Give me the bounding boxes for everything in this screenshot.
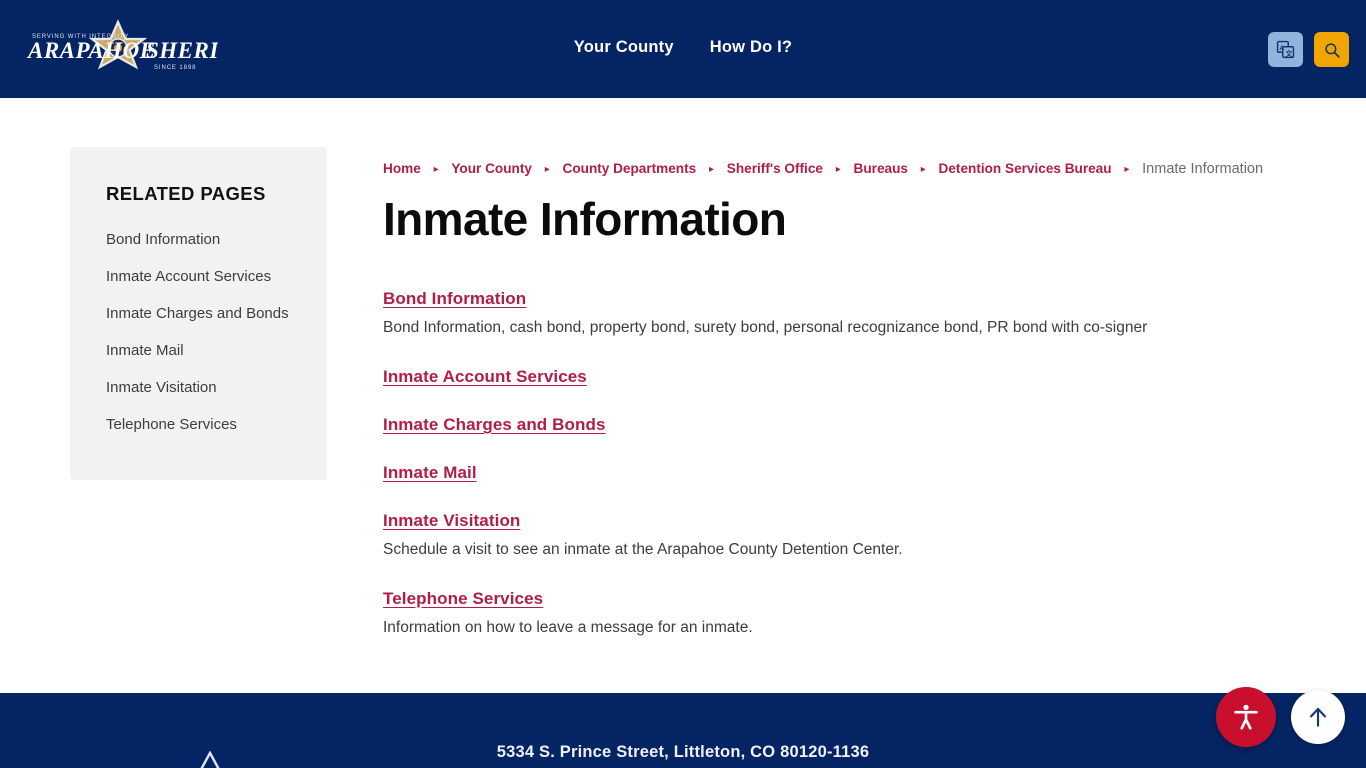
breadcrumb: Home ▸ Your County ▸ County Departments … xyxy=(383,158,1293,181)
content-link-inmate-charges-and-bonds[interactable]: Inmate Charges and Bonds xyxy=(383,415,606,435)
sidebar-list: Bond Information Inmate Account Services… xyxy=(106,231,291,434)
content-link-description: Schedule a visit to see an inmate at the… xyxy=(383,541,903,558)
breadcrumb-item-detention-services-bureau[interactable]: Detention Services Bureau xyxy=(939,161,1112,176)
chevron-right-icon: ▸ xyxy=(835,164,841,175)
breadcrumb-item-county-departments[interactable]: County Departments xyxy=(563,161,697,176)
site-footer: 5334 S. Prince Street, Littleton, CO 801… xyxy=(0,693,1366,768)
accessibility-button[interactable] xyxy=(1216,687,1276,747)
site-header: ARAPAHOE SHERIFF SERVING WITH INTEGRITY … xyxy=(0,0,1366,98)
page-body: RELATED PAGES Bond Information Inmate Ac… xyxy=(0,98,1366,693)
list-item: Inmate Visitation xyxy=(106,379,291,397)
chevron-right-icon: ▸ xyxy=(1124,164,1130,175)
main-navigation: Your County How Do I? xyxy=(0,38,1366,57)
search-icon xyxy=(1324,42,1340,58)
nav-item-how-do-i[interactable]: How Do I? xyxy=(710,38,792,57)
sidebar-item-inmate-mail[interactable]: Inmate Mail xyxy=(106,342,184,359)
header-actions: A 文 xyxy=(1268,32,1349,67)
translate-button[interactable]: A 文 xyxy=(1268,32,1303,67)
content-link-block-inmate-visitation: Inmate Visitation Schedule a visit to se… xyxy=(383,511,1293,561)
list-item: Bond Information xyxy=(106,231,291,249)
breadcrumb-item-sheriffs-office[interactable]: Sheriff's Office xyxy=(727,161,823,176)
content-link-telephone-services[interactable]: Telephone Services xyxy=(383,589,543,609)
content-link-inmate-account-services[interactable]: Inmate Account Services xyxy=(383,367,587,387)
svg-text:A: A xyxy=(1279,45,1284,52)
content-link-description: Bond Information, cash bond, property bo… xyxy=(383,319,1148,336)
search-button[interactable] xyxy=(1314,32,1349,67)
chevron-right-icon: ▸ xyxy=(708,164,715,175)
sidebar-item-inmate-account-services[interactable]: Inmate Account Services xyxy=(106,268,271,285)
sidebar-item-telephone-services[interactable]: Telephone Services xyxy=(106,416,237,433)
chevron-right-icon: ▸ xyxy=(544,164,550,175)
accessibility-icon xyxy=(1234,704,1258,730)
list-item: Inmate Charges and Bonds xyxy=(106,305,291,323)
chevron-right-icon: ▸ xyxy=(433,164,439,175)
breadcrumb-item-your-county[interactable]: Your County xyxy=(451,161,532,176)
content-link-block-telephone-services: Telephone Services Information on how to… xyxy=(383,589,1293,639)
svg-text:文: 文 xyxy=(1286,49,1293,58)
translate-icon: A 文 xyxy=(1276,40,1295,59)
main-content: Home ▸ Your County ▸ County Departments … xyxy=(383,158,1293,667)
sidebar-title: RELATED PAGES xyxy=(106,183,266,204)
footer-address: 5334 S. Prince Street, Littleton, CO 801… xyxy=(496,743,870,761)
content-link-block-inmate-account-services: Inmate Account Services xyxy=(383,367,1293,387)
back-to-top-button[interactable] xyxy=(1291,690,1345,744)
breadcrumb-current-page: Inmate Information xyxy=(1142,161,1264,177)
list-item: Telephone Services xyxy=(106,416,291,434)
breadcrumb-item-home[interactable]: Home xyxy=(383,161,421,176)
list-item: Inmate Account Services xyxy=(106,268,291,286)
content-link-bond-information[interactable]: Bond Information xyxy=(383,289,526,309)
content-link-inmate-mail[interactable]: Inmate Mail xyxy=(383,463,477,483)
sidebar-item-inmate-visitation[interactable]: Inmate Visitation xyxy=(106,379,217,396)
breadcrumb-item-bureaus[interactable]: Bureaus xyxy=(854,161,908,176)
nav-item-your-county[interactable]: Your County xyxy=(574,38,674,57)
sidebar-item-bond-information[interactable]: Bond Information xyxy=(106,231,220,248)
sidebar-item-inmate-charges-and-bonds[interactable]: Inmate Charges and Bonds xyxy=(106,305,289,322)
content-link-block-inmate-mail: Inmate Mail xyxy=(383,463,1293,483)
content-link-block-inmate-charges-and-bonds: Inmate Charges and Bonds xyxy=(383,415,1293,435)
content-link-inmate-visitation[interactable]: Inmate Visitation xyxy=(383,511,520,531)
svg-text:SINCE 1898: SINCE 1898 xyxy=(154,65,196,71)
related-pages-sidebar: RELATED PAGES Bond Information Inmate Ac… xyxy=(70,147,327,480)
chevron-right-icon: ▸ xyxy=(920,164,926,175)
arrow-up-icon xyxy=(1309,707,1327,727)
content-link-description: Information on how to leave a message fo… xyxy=(383,619,753,636)
content-link-block-bond-information: Bond Information Bond Information, cash … xyxy=(383,289,1293,339)
list-item: Inmate Mail xyxy=(106,342,291,360)
page-title: Inmate Information xyxy=(383,193,787,245)
